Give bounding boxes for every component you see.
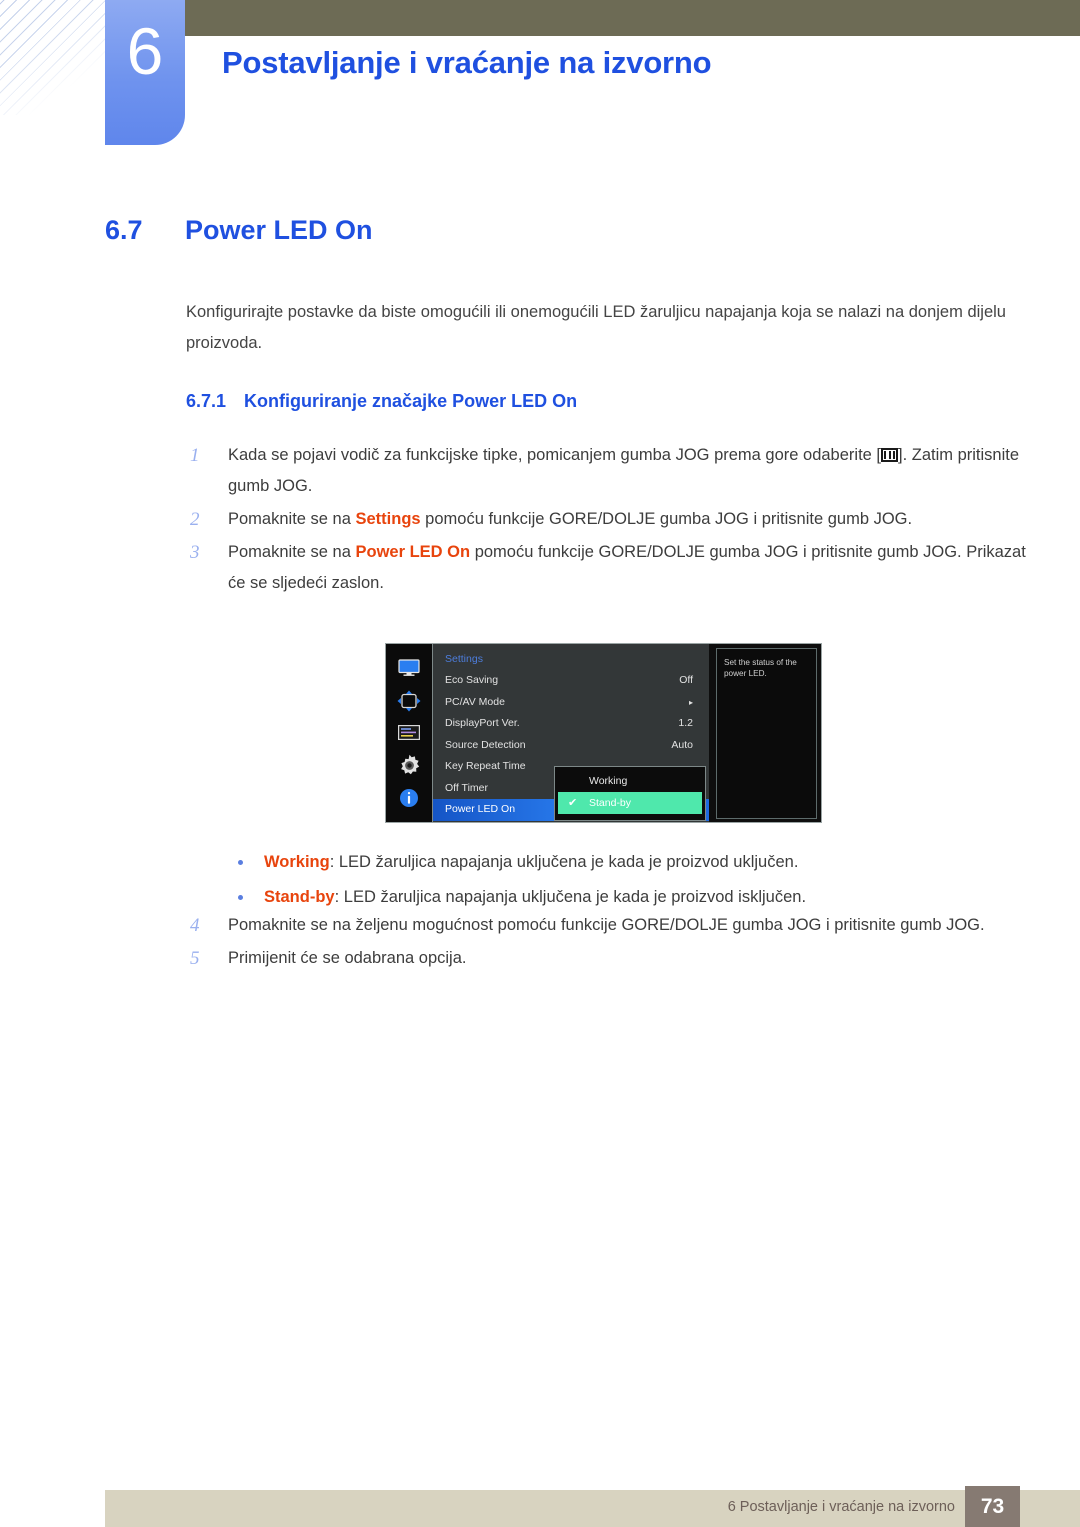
- osd-row-value: Auto: [671, 738, 693, 751]
- osd-screenshot: Settings Eco Saving Off PC/AV Mode ▸ Dis…: [385, 643, 822, 823]
- osd-option-working[interactable]: Working: [558, 770, 702, 792]
- chevron-right-icon: ▸: [688, 697, 693, 707]
- section-number: 6.7: [105, 215, 143, 245]
- step-text-part-a: Pomaknite se na: [228, 510, 356, 528]
- step-highlight-term: Power LED On: [355, 543, 471, 561]
- step-highlight-term: Settings: [355, 510, 421, 528]
- chapter-tab: 6: [105, 0, 185, 145]
- step-number: 1: [190, 445, 200, 466]
- osd-row-displayport-ver[interactable]: DisplayPort Ver. 1.2: [433, 713, 709, 735]
- step-number: 2: [190, 509, 200, 530]
- list-item: Working: LED žaruljica napajanja uključe…: [232, 845, 1032, 880]
- bullet-text: : LED žaruljica napajanja uključena je k…: [334, 888, 807, 906]
- subsection-heading: 6.7.1 Konfiguriranje značajke Power LED O…: [186, 391, 577, 412]
- step-number: 4: [190, 915, 200, 936]
- section-title: Power LED On: [185, 215, 373, 245]
- step-item: 5 Primijenit će se odabrana opcija.: [186, 943, 1026, 974]
- bullet-term: Stand-by: [264, 888, 335, 906]
- chapter-number: 6: [126, 14, 164, 88]
- step-list-lower: 4 Pomaknite se na željenu mogućnost pomo…: [186, 910, 1026, 976]
- step-text-part-a: Pomaknite se na: [228, 543, 356, 561]
- osd-row-label: PC/AV Mode: [445, 695, 505, 708]
- osd-option-label: Stand-by: [589, 797, 632, 809]
- step-item: 2 Pomaknite se na Settings pomoću funkci…: [186, 504, 1026, 535]
- subsection-title: Konfiguriranje značajke Power LED On: [244, 391, 578, 411]
- osd-row-label: Source Detection: [445, 738, 526, 751]
- osd-row-label: Off Timer: [445, 781, 488, 794]
- menu-icon: [881, 448, 898, 462]
- step-text: Pomaknite se na željenu mogućnost pomoću…: [228, 916, 985, 934]
- gear-icon[interactable]: [396, 754, 422, 776]
- osd-row-source-detection[interactable]: Source Detection Auto: [433, 735, 709, 757]
- osd-row-label: Power LED On: [445, 803, 516, 815]
- osd-menu-title: Settings: [445, 653, 483, 665]
- osd-icon-column: [386, 644, 433, 822]
- osd-row-label: DisplayPort Ver.: [445, 717, 520, 729]
- header-hatch-decoration: [0, 0, 106, 115]
- osd-submenu-popup: Working ✔ Stand-by: [554, 766, 706, 821]
- section-intro-paragraph: Konfigurirajte postavke da biste omogući…: [186, 303, 1006, 352]
- page-number: 73: [965, 1486, 1020, 1527]
- osd-row-value: Off: [679, 674, 693, 686]
- resize-arrows-icon[interactable]: [396, 690, 422, 712]
- bullet-list: Working: LED žaruljica napajanja uključe…: [232, 845, 1032, 915]
- step-number: 5: [190, 948, 200, 969]
- bullet-term: Working: [264, 853, 330, 871]
- chapter-title: Postavljanje i vraćanje na izvorno: [222, 45, 712, 80]
- step-item: 1 Kada se pojavi vodič za funkcijske tip…: [186, 440, 1026, 502]
- osd-option-standby[interactable]: ✔ Stand-by: [558, 792, 702, 814]
- osd-row-eco-saving[interactable]: Eco Saving Off: [433, 670, 709, 692]
- osd-row-label: Key Repeat Time: [445, 760, 526, 772]
- step-list-upper: 1 Kada se pojavi vodič za funkcijske tip…: [186, 440, 1026, 601]
- step-text: Primijenit će se odabrana opcija.: [228, 949, 467, 967]
- monitor-icon[interactable]: [396, 657, 422, 679]
- osd-option-label: Working: [589, 775, 628, 787]
- osd-row-pc-av-mode[interactable]: PC/AV Mode ▸: [433, 692, 709, 714]
- subsection-number: 6.7.1: [186, 391, 227, 411]
- header-bar: [185, 0, 1080, 36]
- osd-row-label: Eco Saving: [445, 674, 499, 686]
- info-icon[interactable]: [396, 787, 422, 809]
- osd-help-panel: Set the status of the power LED.: [716, 648, 817, 819]
- osd-row-value: 1.2: [678, 717, 693, 729]
- footer-chapter-label: 6 Postavljanje i vraćanje na izvorno: [727, 1499, 955, 1515]
- step-item: 4 Pomaknite se na željenu mogućnost pomo…: [186, 910, 1026, 941]
- step-number: 3: [190, 542, 200, 563]
- bullet-text: : LED žaruljica napajanja uključena je k…: [329, 853, 799, 871]
- step-item: 3 Pomaknite se na Power LED On pomoću fu…: [186, 537, 1026, 599]
- step-text-part-b: pomoću funkcije GORE/DOLJE gumba JOG i p…: [420, 510, 913, 528]
- check-icon: ✔: [568, 797, 578, 809]
- step-text-part-a: Kada se pojavi vodič za funkcijske tipke…: [228, 446, 881, 464]
- osd-sliders-icon[interactable]: [396, 722, 422, 744]
